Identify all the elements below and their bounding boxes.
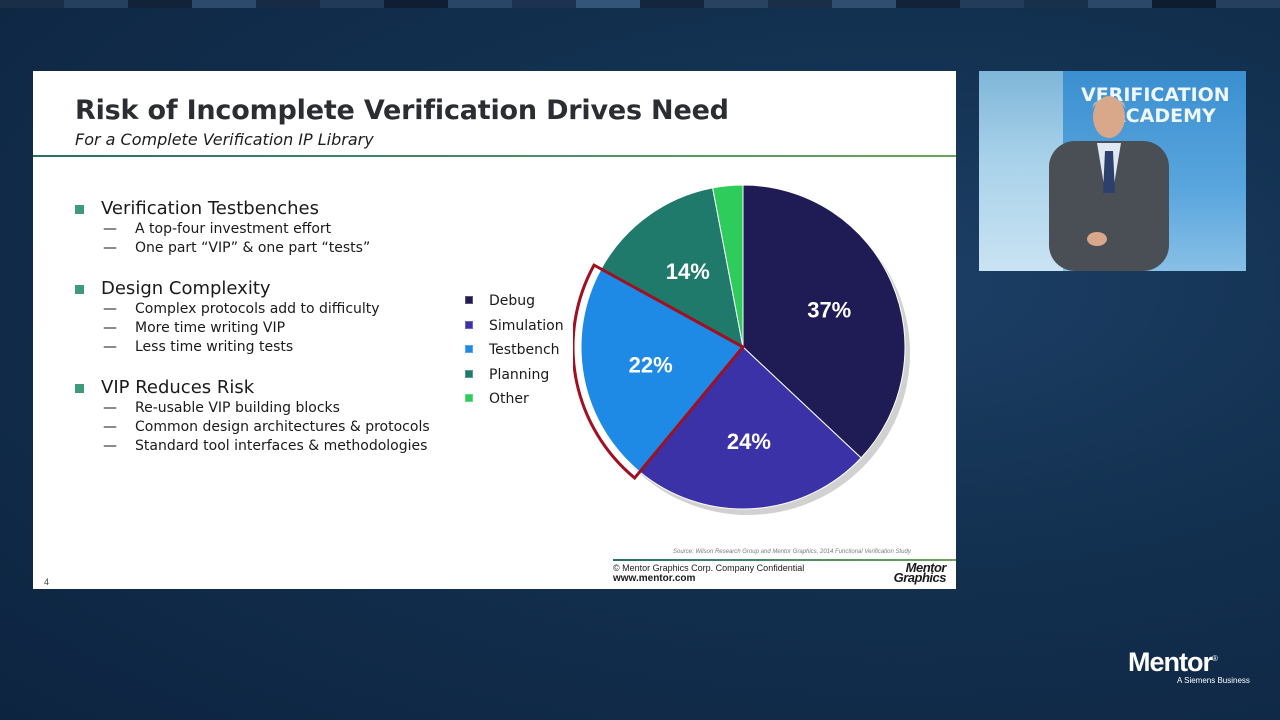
legend-item: Planning xyxy=(465,365,564,390)
dash-icon: — xyxy=(103,438,117,454)
mentor-logo: Mentor® xyxy=(1128,647,1218,678)
bullet-group: VIP Reduces Risk — Re-usable VIP building… xyxy=(75,377,495,456)
siemens-tagline: A Siemens Business xyxy=(1177,676,1250,685)
dash-icon: — xyxy=(103,240,117,256)
legend-swatch xyxy=(465,320,473,329)
sub-bullet-text: Complex protocols add to difficulty xyxy=(135,301,380,317)
pie-chart: 37% 24% 22% 14% xyxy=(573,184,910,515)
bullet-text: Verification Testbenches xyxy=(101,198,319,219)
top-strip xyxy=(0,0,1280,8)
dash-icon: — xyxy=(103,221,117,237)
sub-bullet: — One part “VIP” & one part “tests” xyxy=(75,239,495,258)
hands-icon xyxy=(1087,232,1107,246)
legend-label: Other xyxy=(489,391,529,407)
bullet-item: Verification Testbenches xyxy=(75,198,495,220)
source-note: Source: Wilson Research Group and Mentor… xyxy=(673,549,911,555)
legend-item: Simulation xyxy=(465,316,564,341)
sub-bullet: — Less time writing tests xyxy=(75,338,495,357)
chart-legend: Debug Simulation Testbench Planning Other xyxy=(465,291,564,414)
legend-swatch xyxy=(465,394,473,402)
bullet-item: Design Complexity xyxy=(75,278,495,300)
presenter-figure xyxy=(1049,96,1169,271)
website-text: www.mentor.com xyxy=(613,573,696,584)
copyright-text: © Mentor Graphics Corp. Company Confiden… xyxy=(613,563,805,573)
legend-label: Testbench xyxy=(489,342,560,358)
sub-bullet: — Common design architectures & protocols xyxy=(75,418,495,437)
legend-label: Simulation xyxy=(489,317,564,334)
presenter-video: VERIFICATION ACADEMY xyxy=(979,71,1246,271)
sub-bullet-text: One part “VIP” & one part “tests” xyxy=(135,240,371,256)
pie-data-label: 24% xyxy=(727,429,771,454)
dash-icon: — xyxy=(103,301,117,317)
legend-item: Debug xyxy=(465,291,564,316)
slide-title: Risk of Incomplete Verification Drives N… xyxy=(75,95,729,126)
registered-mark-icon: ® xyxy=(1212,654,1218,663)
sub-bullet: — Re-usable VIP building blocks xyxy=(75,399,495,418)
logo-line: Graphics xyxy=(893,570,947,585)
sub-bullet-text: Re-usable VIP building blocks xyxy=(135,400,340,416)
dash-icon: — xyxy=(103,320,117,336)
dash-icon: — xyxy=(103,419,117,435)
bullet-square-icon xyxy=(75,384,84,393)
legend-swatch xyxy=(465,345,473,353)
footer-divider xyxy=(613,559,956,561)
sub-bullet-text: Common design architectures & protocols xyxy=(135,419,430,435)
bullet-square-icon xyxy=(75,205,84,214)
legend-label: Debug xyxy=(489,293,536,309)
bullet-group: Design Complexity — Complex protocols add… xyxy=(75,278,495,357)
slide-subtitle: For a Complete Verification IP Library xyxy=(75,130,374,149)
sub-bullet-text: Less time writing tests xyxy=(135,339,294,355)
sub-bullet-text: More time writing VIP xyxy=(135,320,286,336)
slide: Risk of Incomplete Verification Drives N… xyxy=(33,71,956,589)
sub-bullet-text: A top-four investment effort xyxy=(135,221,332,237)
pie-data-label: 14% xyxy=(666,259,710,284)
legend-item: Other xyxy=(465,389,564,414)
sub-bullet: — Standard tool interfaces & methodologie… xyxy=(75,437,495,456)
bullet-group: Verification Testbenches — A top-four inv… xyxy=(75,198,495,258)
legend-swatch xyxy=(465,369,473,378)
legend-swatch xyxy=(465,296,473,304)
pie-data-label: 37% xyxy=(807,298,851,323)
title-divider xyxy=(33,155,956,157)
sub-bullet-text: Standard tool interfaces & methodologies xyxy=(135,438,428,454)
mentor-graphics-logo: Mentor Graphics xyxy=(874,561,947,585)
bullet-item: VIP Reduces Risk xyxy=(75,377,495,399)
dash-icon: — xyxy=(103,400,117,416)
sub-bullet: — More time writing VIP xyxy=(75,319,495,338)
pie-data-label: 22% xyxy=(629,353,673,378)
logo-text: Mentor xyxy=(1128,647,1213,677)
dash-icon: — xyxy=(103,339,117,355)
bullet-text: Design Complexity xyxy=(101,278,271,299)
sub-bullet: — Complex protocols add to difficulty xyxy=(75,300,495,319)
tie-icon xyxy=(1103,151,1115,193)
legend-item: Testbench xyxy=(465,340,564,365)
bullet-text: VIP Reduces Risk xyxy=(101,377,255,398)
page-number: 4 xyxy=(44,577,50,587)
bullet-list: Verification Testbenches — A top-four inv… xyxy=(75,198,495,476)
legend-label: Planning xyxy=(489,366,550,383)
bullet-square-icon xyxy=(75,285,84,294)
sub-bullet: — A top-four investment effort xyxy=(75,220,495,239)
